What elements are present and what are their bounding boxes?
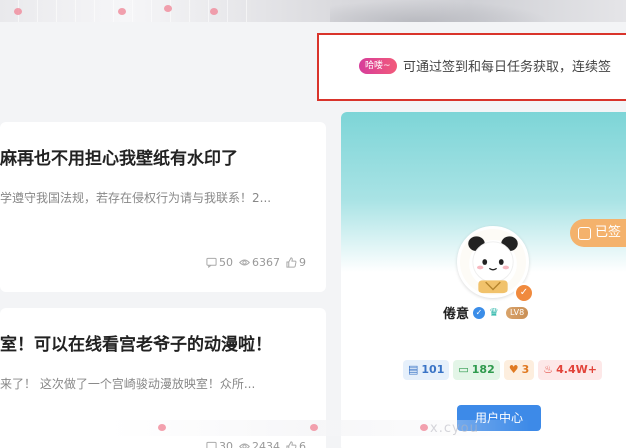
notice-text: 可通过签到和每日任务获取，连续签 xyxy=(403,60,612,75)
watermark: x.cyou xyxy=(430,421,479,436)
like-count[interactable]: 6 xyxy=(286,440,306,448)
post-excerpt: 来了！ 这次做了一个宫崎骏动漫放映室！众所... xyxy=(0,377,256,391)
like-count[interactable]: 9 xyxy=(286,256,306,269)
post-count-badge[interactable]: ▤ 101 xyxy=(403,360,450,380)
post-stats: 50 6367 9 xyxy=(206,256,306,269)
peach-icon xyxy=(164,5,172,12)
eye-icon xyxy=(239,259,250,266)
username[interactable]: 倦意 xyxy=(443,303,469,322)
verified-icon: ✓ xyxy=(473,306,486,319)
post-title[interactable]: 室！可以在线看宫老爷子的动漫啦！ xyxy=(0,330,272,355)
fire-icon: ♨ xyxy=(543,363,554,376)
comment-count: 50 xyxy=(206,256,233,269)
top-banner xyxy=(0,0,626,22)
notice-bar: 哈喽~ 可通过签到和每日任务获取，连续签 xyxy=(317,33,626,101)
peach-icon xyxy=(210,8,218,15)
thumbs-up-icon xyxy=(286,441,297,448)
post-excerpt: 学遵守我国法规，若存在侵权行为请与我联系！2... xyxy=(0,191,272,205)
view-count: 6367 xyxy=(239,256,280,269)
user-profile-card: 已签 ✓ 倦意 ✓ ♛ LV8 ▤ 101 ▭ 182 ♥ 3 ♨ 4.4W+ … xyxy=(341,112,626,448)
post-title[interactable]: 麻再也不用担心我壁纸有水印了 xyxy=(0,144,238,169)
document-icon: ▤ xyxy=(408,363,419,376)
peach-icon xyxy=(118,8,126,15)
banner-image xyxy=(330,0,550,22)
post-card[interactable]: 麻再也不用担心我壁纸有水印了 学遵守我国法规，若存在侵权行为请与我联系！2...… xyxy=(0,122,326,292)
peach-icon xyxy=(310,424,318,431)
calendar-check-icon xyxy=(578,226,591,240)
like-count-badge[interactable]: ♥ 3 xyxy=(503,360,535,380)
comment-icon: ▭ xyxy=(458,363,469,376)
popularity-badge[interactable]: ♨ 4.4W+ xyxy=(538,360,602,380)
peach-icon xyxy=(14,8,22,15)
peach-icon xyxy=(420,424,428,431)
eye-icon xyxy=(239,443,250,448)
comment-icon xyxy=(206,441,217,448)
username-row: 倦意 ✓ ♛ LV8 xyxy=(443,303,529,322)
heart-icon: ♥ xyxy=(508,363,519,376)
view-count: 2434 xyxy=(239,440,280,448)
notice-tag: 哈喽~ xyxy=(359,58,397,74)
signed-in-button[interactable]: 已签 xyxy=(570,219,626,247)
comment-icon xyxy=(206,257,217,268)
comment-count: 30 xyxy=(206,440,233,448)
verified-badge-icon: ✓ xyxy=(514,283,534,303)
peach-icon xyxy=(158,424,166,431)
level-badge: LV8 xyxy=(506,306,529,319)
comment-count-badge[interactable]: ▭ 182 xyxy=(453,360,500,380)
thumbs-up-icon xyxy=(286,257,297,268)
post-stats: 30 2434 6 xyxy=(206,440,306,448)
user-stats: ▤ 101 ▭ 182 ♥ 3 ♨ 4.4W+ xyxy=(403,360,602,380)
vip-icon: ♛ xyxy=(489,305,499,319)
